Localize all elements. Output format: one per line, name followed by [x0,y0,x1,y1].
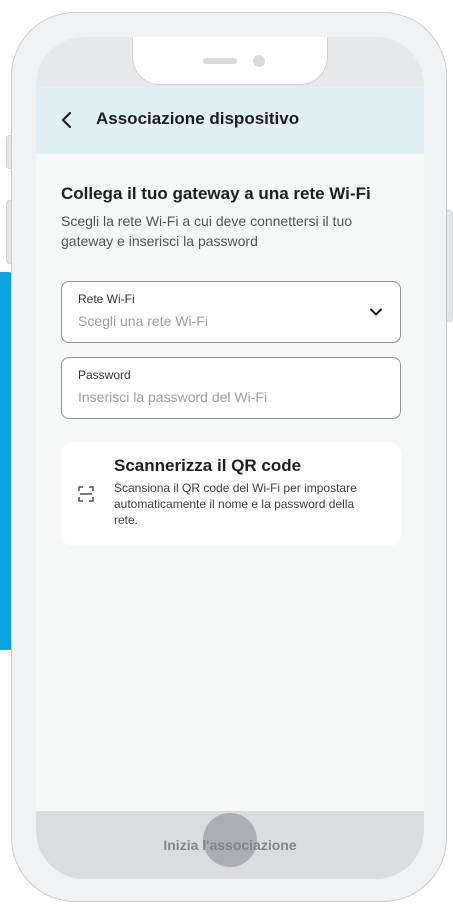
wifi-network-select[interactable]: Rete Wi-Fi Scegli una rete Wi-Fi [61,281,401,343]
password-label: Password [78,368,131,382]
phone-notch [132,37,328,85]
chevron-left-icon [61,111,72,129]
qr-scan-card[interactable]: Scannerizza il QR code Scansiona il QR c… [61,442,401,546]
chevron-down-icon [370,308,382,316]
wifi-network-label: Rete Wi-Fi [78,292,135,306]
start-pairing-button[interactable]: Inizia l'associazione [36,811,424,879]
section-description: Scegli la rete Wi-Fi a cui deve connette… [61,213,353,249]
back-button[interactable] [54,107,80,133]
app-header: Associazione dispositivo [36,87,424,154]
qr-card-description: Scansiona il QR code del Wi-Fi per impos… [114,481,357,527]
front-camera [253,55,265,67]
device-mockup: Associazione dispositivo Collega il tuo … [0,0,453,908]
speaker-grille [203,58,237,64]
section-title: Collega il tuo gateway a una rete Wi-Fi [61,184,371,203]
qr-scan-icon [78,486,94,502]
phone-screen-bezel: Associazione dispositivo Collega il tuo … [36,37,424,879]
password-field[interactable]: Password Inserisci la password del Wi-Fi [61,357,401,419]
password-placeholder: Inserisci la password del Wi-Fi [78,389,268,405]
page-title: Associazione dispositivo [96,109,300,128]
qr-card-title: Scannerizza il QR code [114,456,302,475]
wifi-network-placeholder: Scegli una rete Wi-Fi [78,313,208,329]
bottom-action-bar: Inizia l'associazione [36,811,424,879]
app-screen: Associazione dispositivo Collega il tuo … [36,87,424,879]
phone-frame: Associazione dispositivo Collega il tuo … [11,12,447,902]
